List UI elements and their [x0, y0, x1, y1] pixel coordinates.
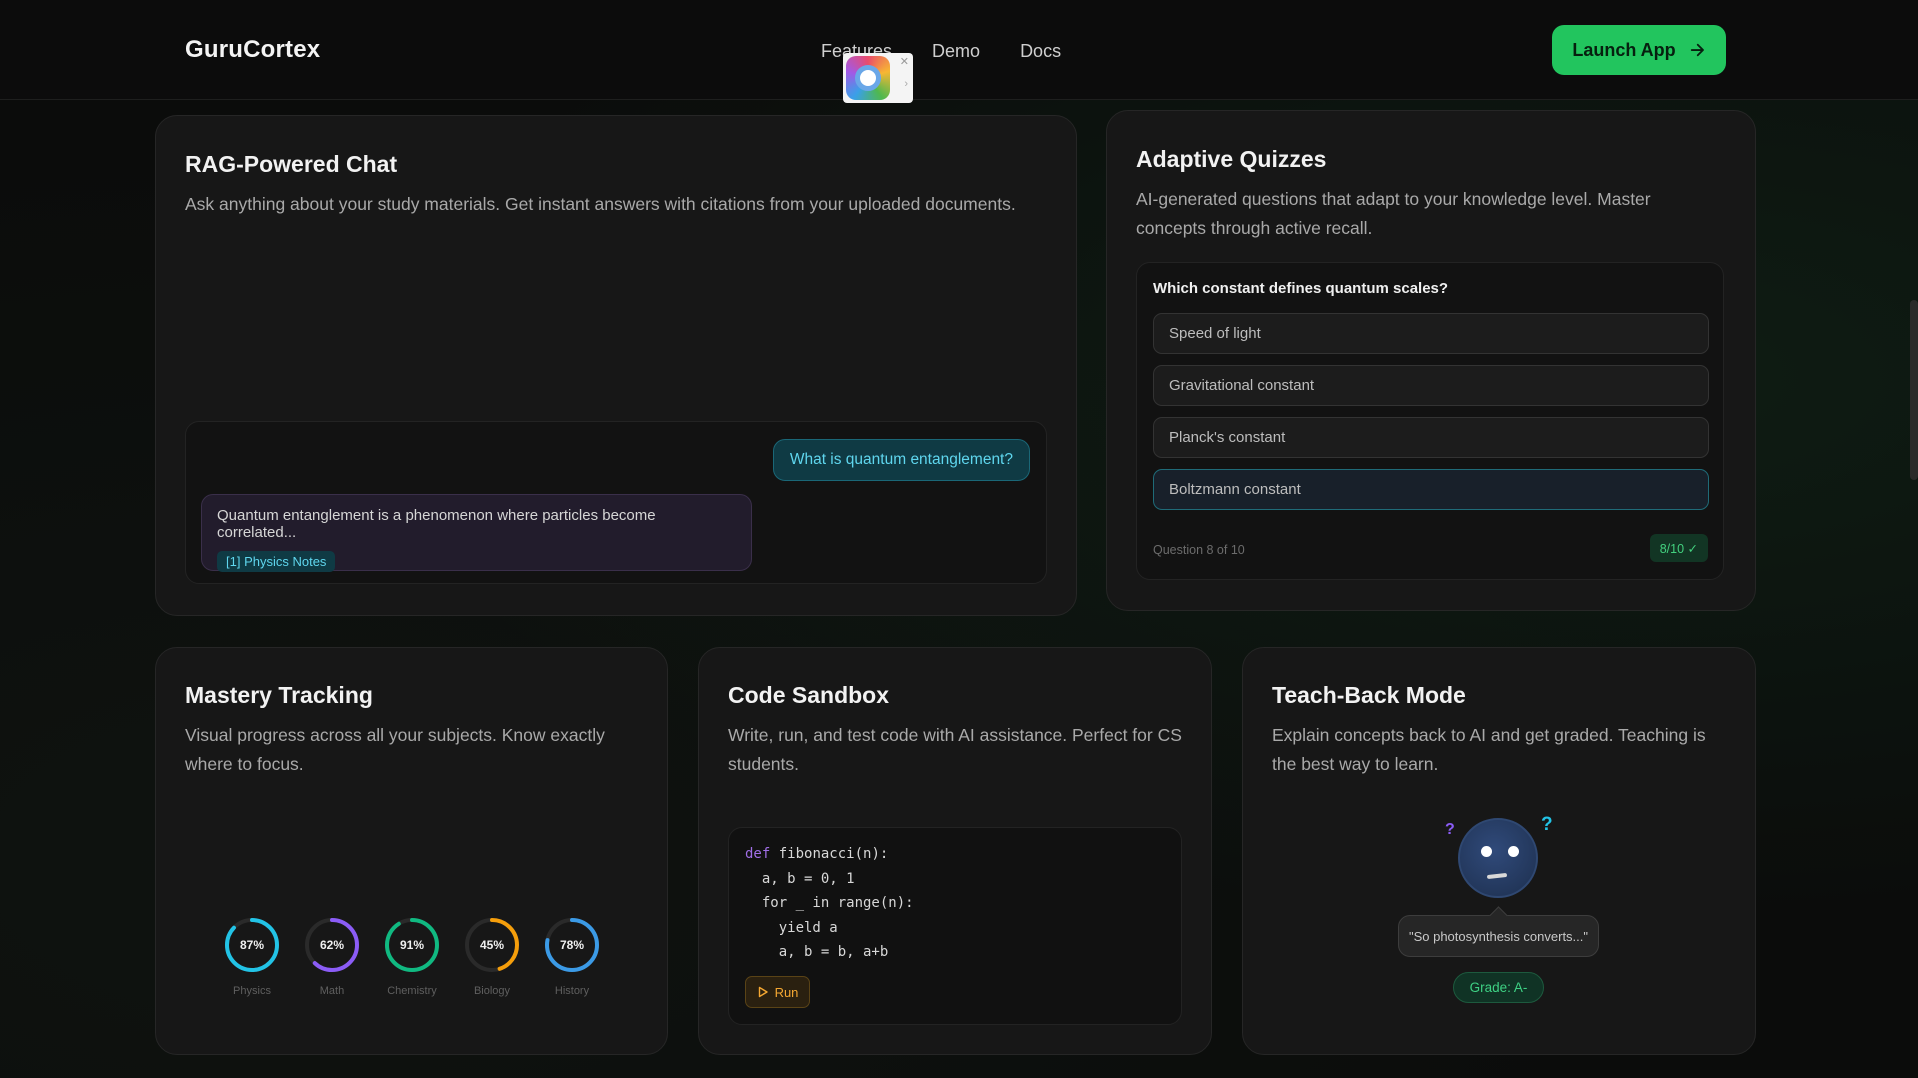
code-editor[interactable]: def fibonacci(n): a, b = 0, 1 for _ in r… [728, 827, 1182, 1025]
run-label: Run [774, 984, 799, 1000]
progress-ring: 62% Math [304, 917, 360, 997]
card-teach-back: Teach-Back Mode Explain concepts back to… [1242, 647, 1756, 1055]
subject-label: Math [319, 985, 345, 997]
svg-text:62%: 62% [320, 938, 344, 952]
card-code-sandbox: Code Sandbox Write, run, and test code w… [698, 647, 1212, 1055]
quiz-question: Which constant defines quantum scales? [1153, 280, 1449, 297]
chat-preview: What is quantum entanglement? Quantum en… [185, 421, 1047, 584]
progress-ring: 45% Biology [464, 917, 520, 997]
code-line: for _ in range(n): [745, 895, 914, 911]
nav-link-docs[interactable]: Docs [1020, 41, 1061, 62]
ai-face-avatar [1458, 818, 1538, 898]
card-description: Ask anything about your study materials.… [185, 194, 1016, 214]
quiz-option[interactable]: Speed of light [1153, 313, 1709, 354]
quiz-progress: Question 8 of 10 [1153, 543, 1245, 557]
assistant-message-text: Quantum entanglement is a phenomenon whe… [217, 507, 656, 541]
quiz-option[interactable]: Gravitational constant [1153, 365, 1709, 406]
card-title: RAG-Powered Chat [185, 151, 398, 177]
card-description: AI-generated questions that adapt to you… [1136, 189, 1651, 238]
code-line: a, b = b, a+b [745, 944, 889, 960]
card-title: Teach-Back Mode [1272, 682, 1466, 708]
svg-text:87%: 87% [240, 938, 264, 952]
close-icon[interactable]: ✕ [900, 55, 909, 68]
play-icon [758, 986, 768, 998]
run-button[interactable]: Run [745, 976, 810, 1008]
top-nav: GuruCortex Features Demo Docs Launch App [0, 0, 1918, 100]
progress-ring: 87% Physics [224, 917, 280, 997]
launch-app-label: Launch App [1572, 39, 1676, 60]
card-adaptive-quizzes: Adaptive Quizzes AI-generated questions … [1106, 110, 1756, 611]
mastery-rings: 87% Physics 62% Math 91% Chemistry 45% B… [224, 917, 600, 997]
nav-link-demo[interactable]: Demo [932, 41, 980, 62]
extension-logo-icon[interactable] [846, 56, 890, 100]
card-description: Explain concepts back to AI and get grad… [1272, 725, 1706, 774]
citation-badge[interactable]: [1] Physics Notes [217, 551, 336, 572]
score-badge: 8/10 ✓ [1649, 534, 1708, 562]
quiz-preview: Which constant defines quantum scales? S… [1136, 262, 1724, 580]
code-line: a, b = 0, 1 [745, 870, 855, 887]
quiz-option[interactable]: Planck's constant [1153, 417, 1709, 458]
scrollbar[interactable] [1910, 300, 1918, 480]
brand-logo[interactable]: GuruCortex [185, 36, 320, 64]
assistant-message: Quantum entanglement is a phenomenon whe… [201, 494, 752, 572]
subject-label: Physics [233, 985, 271, 997]
code-line: def fibonacci(n): [745, 846, 889, 862]
question-mark-icon: ? [1541, 814, 1553, 835]
speech-bubble: "So photosynthesis converts..." [1398, 915, 1599, 957]
quiz-option-selected[interactable]: Boltzmann constant [1153, 469, 1709, 510]
launch-app-button[interactable]: Launch App [1552, 25, 1726, 75]
code-line: yield a [745, 919, 838, 936]
question-mark-icon: ? [1445, 821, 1455, 838]
chevron-right-icon[interactable]: › [904, 78, 908, 90]
svg-text:45%: 45% [480, 938, 504, 952]
svg-text:91%: 91% [400, 938, 424, 952]
extension-widget[interactable]: ✕ › [843, 53, 913, 103]
progress-ring: 78% History [544, 917, 600, 997]
subject-label: History [554, 985, 590, 997]
card-title: Mastery Tracking [185, 682, 373, 708]
grade-badge: Grade: A- [1453, 972, 1544, 1003]
card-description: Visual progress across all your subjects… [185, 725, 605, 774]
user-message: What is quantum entanglement? [772, 439, 1030, 481]
arrow-right-icon [1690, 43, 1704, 57]
subject-label: Chemistry [387, 985, 437, 997]
progress-ring: 91% Chemistry [384, 917, 440, 997]
subject-label: Biology [473, 985, 511, 997]
card-rag-chat: RAG-Powered Chat Ask anything about your… [155, 115, 1077, 616]
card-mastery-tracking: Mastery Tracking Visual progress across … [155, 647, 668, 1055]
card-title: Code Sandbox [728, 682, 890, 708]
card-title: Adaptive Quizzes [1136, 146, 1327, 172]
svg-text:78%: 78% [560, 938, 584, 952]
card-description: Write, run, and test code with AI assist… [728, 725, 1182, 774]
